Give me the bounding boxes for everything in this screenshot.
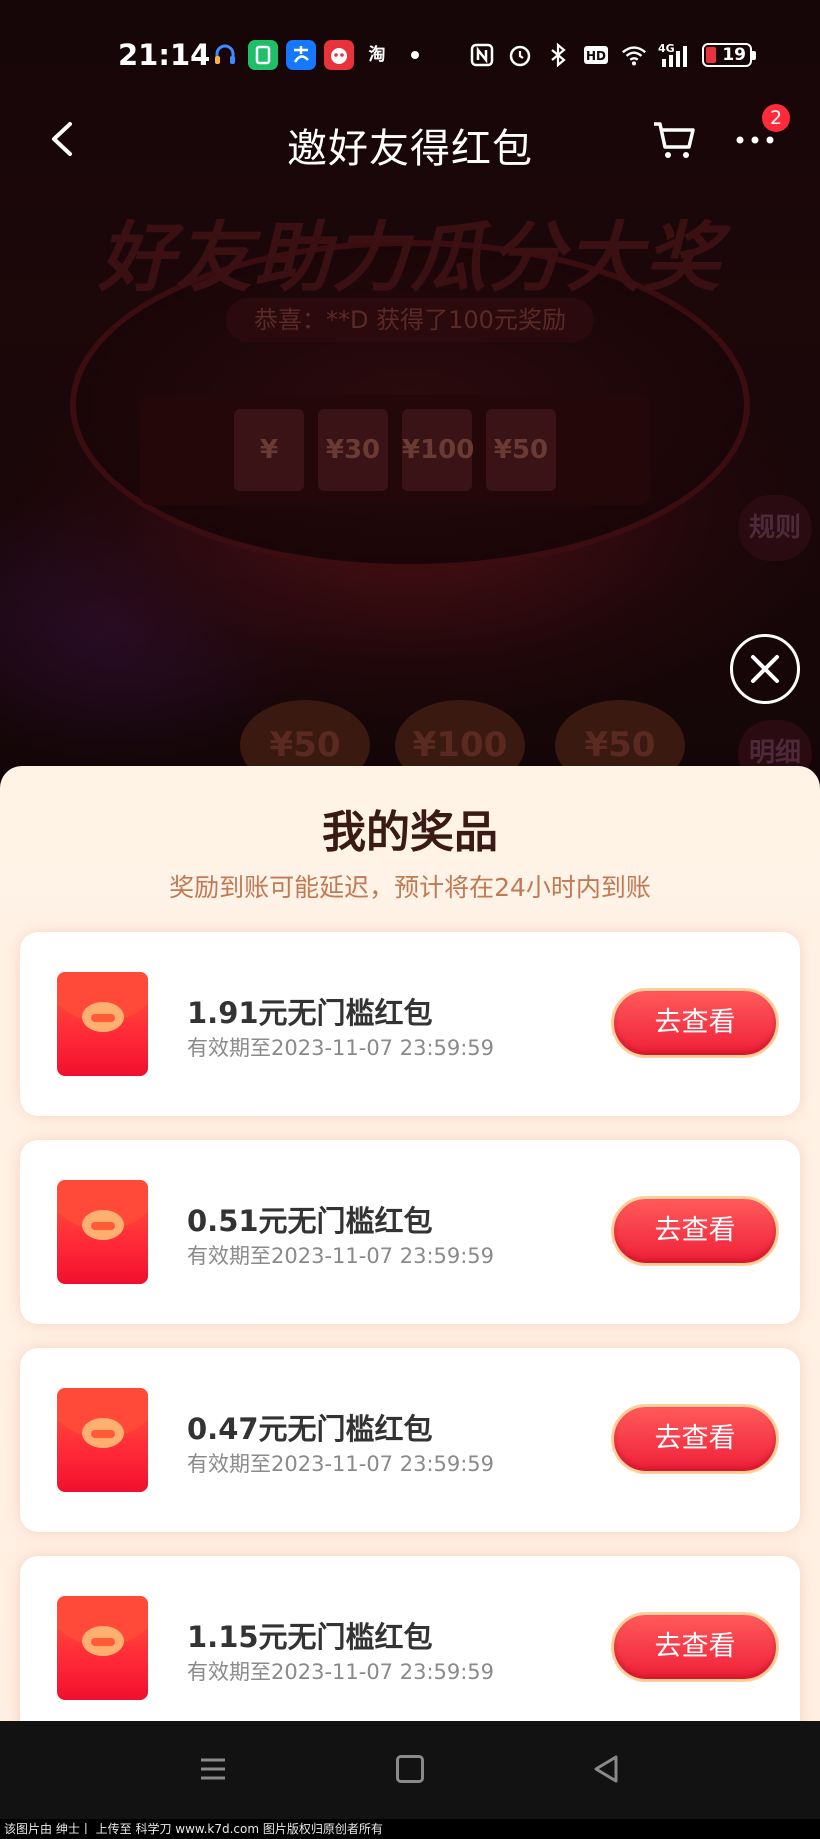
panel-subtitle: 奖励到账可能延迟，预计将在24小时内到账 — [169, 873, 651, 902]
watermark-text: 该图片由 绅士丨 上传至 科学刀 www.k7d.com 图片版权归原创者所有 — [0, 1819, 820, 1839]
scene-prize-strip: ¥ ¥30 ¥100 ¥50 — [140, 395, 650, 505]
red-envelope-icon — [57, 972, 148, 1076]
prize-expiry: 有效期至2023-11-07 23:59:59 — [187, 1244, 495, 1268]
notification-badge: 2 — [762, 104, 790, 132]
panel-title: 我的奖品 — [322, 807, 498, 858]
envelope-seal — [82, 1002, 124, 1032]
close-icon[interactable] — [730, 634, 800, 704]
scene-tile: ¥30 — [318, 409, 388, 491]
dot-icon — [400, 40, 430, 70]
battery-level: 19 — [722, 45, 746, 65]
battery-indicator: 19 — [702, 43, 756, 67]
scene-tile: ¥50 — [486, 409, 556, 491]
status-bar: 21:14 淘 HD 4G 19 — [0, 30, 820, 80]
prize-name: 1.91元无门槛红包 — [187, 996, 433, 1030]
red-envelope-icon — [57, 1388, 148, 1492]
view-prize-button[interactable]: 去查看 — [611, 1196, 779, 1266]
wallet-app-icon — [248, 40, 278, 70]
envelope-seal — [82, 1626, 124, 1656]
prize-card: 1.15元无门槛红包 有效期至2023-11-07 23:59:59 去查看 — [20, 1556, 800, 1721]
scene-tile: ¥ — [234, 409, 304, 491]
system-nav-bar — [0, 1721, 820, 1819]
prize-card: 0.47元无门槛红包 有效期至2023-11-07 23:59:59 去查看 — [20, 1348, 800, 1532]
prize-expiry: 有效期至2023-11-07 23:59:59 — [187, 1036, 495, 1060]
menu-icon[interactable] — [199, 1755, 227, 1783]
status-time: 21:14 — [118, 38, 211, 72]
prize-card: 1.91元无门槛红包 有效期至2023-11-07 23:59:59 去查看 — [20, 932, 800, 1116]
battery-cap — [752, 51, 756, 60]
scene-banner: 好友助力瓜分大奖 — [98, 213, 722, 302]
envelope-seal — [82, 1210, 124, 1240]
status-app-icons: 淘 — [210, 40, 430, 70]
hd-icon: HD — [582, 41, 610, 69]
prize-name: 0.47元无门槛红包 — [187, 1412, 433, 1446]
alarm-icon — [506, 41, 534, 69]
red-envelope-icon — [57, 1596, 148, 1700]
network-label: 4G — [658, 42, 675, 55]
taobao-icon: 淘 — [368, 45, 386, 65]
red-envelope-icon — [57, 1180, 148, 1284]
scene-tile: ¥100 — [402, 409, 474, 491]
alipay-icon — [286, 40, 316, 70]
nfc-icon — [468, 41, 496, 69]
prize-expiry: 有效期至2023-11-07 23:59:59 — [187, 1452, 495, 1476]
tmall-icon — [324, 40, 354, 70]
wifi-icon — [620, 41, 648, 69]
prize-list: 1.91元无门槛红包 有效期至2023-11-07 23:59:59 去查看 0… — [20, 932, 800, 1721]
prize-name: 1.15元无门槛红包 — [187, 1620, 433, 1654]
headset-icon — [210, 40, 240, 70]
svg-text:HD: HD — [586, 49, 606, 63]
view-prize-button[interactable]: 去查看 — [611, 988, 779, 1058]
view-prize-button[interactable]: 去查看 — [611, 1612, 779, 1682]
view-prize-button[interactable]: 去查看 — [611, 1404, 779, 1474]
top-nav: 邀好友得红包 2 — [0, 100, 820, 180]
prize-name: 0.51元无门槛红包 — [187, 1204, 433, 1238]
home-icon[interactable] — [396, 1755, 424, 1783]
back-triangle-icon[interactable] — [590, 1753, 622, 1785]
scene-congrats: 恭喜：**D 获得了100元奖励 — [226, 298, 594, 342]
cart-icon[interactable] — [650, 114, 700, 164]
my-prizes-panel: 我的奖品 奖励到账可能延迟，预计将在24小时内到账 1.91元无门槛红包 有效期… — [0, 766, 820, 1721]
status-system-icons: HD 4G 19 — [468, 41, 756, 69]
bluetooth-icon — [544, 41, 572, 69]
rules-side-button: 规则 — [738, 495, 812, 561]
battery-fill — [706, 47, 716, 63]
prize-card: 0.51元无门槛红包 有效期至2023-11-07 23:59:59 去查看 — [20, 1140, 800, 1324]
prize-expiry: 有效期至2023-11-07 23:59:59 — [187, 1660, 495, 1684]
envelope-seal — [82, 1418, 124, 1448]
cellular-signal-icon: 4G — [658, 41, 692, 69]
